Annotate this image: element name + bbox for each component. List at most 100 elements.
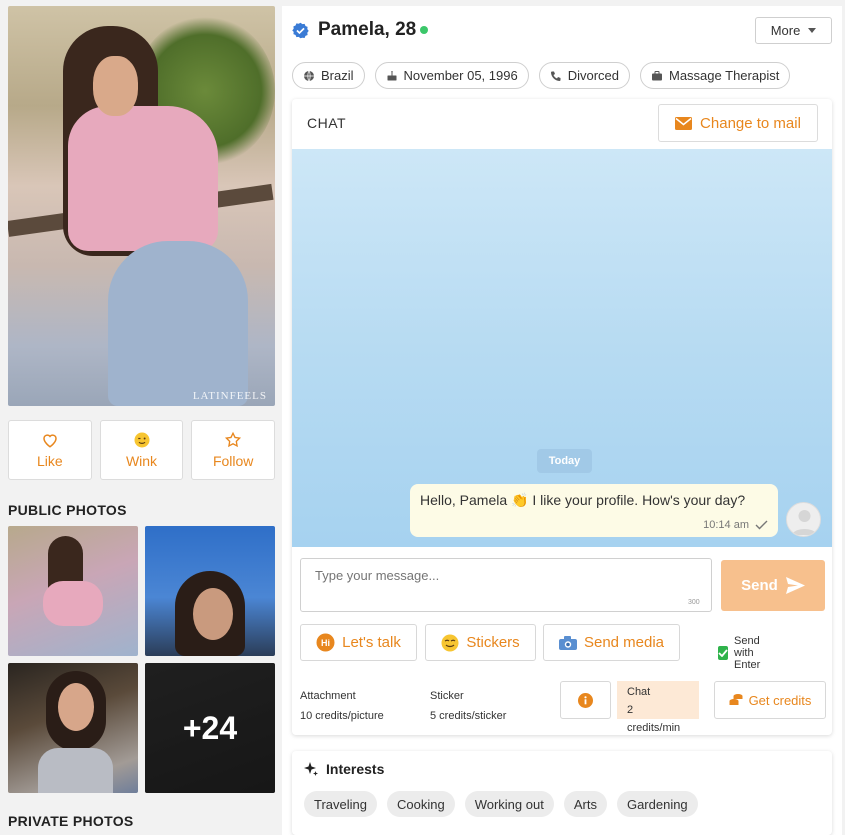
chip-country: Brazil [292,62,365,89]
wink-button[interactable]: Wink [99,420,184,480]
interest-tag: Traveling [304,791,377,817]
change-to-mail-label: Change to mail [700,114,801,132]
profile-info-chips: Brazil November 05, 1996 Divorced Massag… [282,56,842,89]
get-credits-button[interactable]: Get credits [714,681,826,719]
sticker-credits-price: 5 credits/sticker [430,710,507,722]
user-avatar-icon [792,510,817,535]
wink-face-icon [134,432,149,448]
sticker-credits: Sticker 5 credits/sticker [430,686,506,726]
public-photo-thumb-more[interactable]: +24 [145,663,275,793]
thumb-shirt [43,581,103,626]
public-photos-title: PUBLIC PHOTOS [8,502,127,518]
interests-title: Interests [326,761,385,777]
interest-tag: Cooking [386,791,455,817]
chip-occupation: Massage Therapist [640,62,791,89]
interest-tag: Arts [563,791,607,817]
credits-info-row: Attachment 10 credits/picture Sticker 5 … [300,681,832,734]
verified-badge-icon [292,22,309,39]
photo-jeans [108,241,248,406]
public-photo-thumb[interactable] [8,663,138,793]
like-button[interactable]: Like [8,420,92,480]
send-label: Send [741,577,778,594]
chip-birthday: November 05, 1996 [374,62,529,89]
coins-icon [729,694,743,705]
photo-face [93,56,138,116]
more-label: More [770,23,801,38]
chat-message-text: Hello, Pamela 👏 I like your profile. How… [420,492,746,508]
interests-header: Interests [304,761,384,777]
public-photo-thumb[interactable] [145,526,275,656]
like-label: Like [36,453,63,469]
interests-panel: Interests Traveling Cooking Working out … [292,751,832,835]
chat-messages-area[interactable]: Today Hello, Pamela 👏 I like your profil… [292,149,832,547]
photo-shirt [68,106,218,251]
follow-button[interactable]: Follow [191,420,276,480]
info-icon [578,692,593,708]
chip-status-label: Divorced [567,68,619,83]
get-credits-label: Get credits [748,692,812,708]
send-media-button[interactable]: Send media [543,624,680,661]
chat-message-bubble: Hello, Pamela 👏 I like your profile. How… [410,484,778,537]
sticker-credits-title: Sticker [430,690,464,702]
lets-talk-button[interactable]: Hi Let's talk [300,624,417,661]
date-divider: Today [537,449,592,473]
chat-credits-title: Chat [627,686,651,698]
photo-watermark: LATINFEELS [192,390,267,402]
interest-tag: Gardening [616,791,698,817]
camera-icon [558,635,577,650]
checkbox-checked-icon[interactable] [718,646,728,660]
briefcase-icon [652,70,662,80]
follow-label: Follow [212,453,254,469]
attachment-credits-price: 10 credits/picture [300,710,384,722]
stickers-button[interactable]: Stickers [425,624,536,661]
change-to-mail-button[interactable]: Change to mail [658,104,818,142]
interest-tag: Working out [464,791,554,817]
thumb-top [38,748,113,793]
send-media-label: Send media [583,634,665,651]
chip-country-label: Brazil [321,68,354,83]
chat-title: CHAT [307,115,347,131]
private-photos-title: PRIVATE PHOTOS [8,813,134,829]
chip-status: Divorced [538,62,630,89]
sparkle-star-icon [304,762,318,776]
attachment-credits-title: Attachment [300,690,356,702]
chat-header: CHAT Change to mail [292,99,832,149]
public-photos-grid: +24 [8,526,275,793]
thumb-face [193,588,233,640]
send-button[interactable]: Send [721,560,825,611]
sender-avatar [786,502,821,537]
credits-info-button[interactable] [560,681,611,719]
more-dropdown-button[interactable]: More [755,17,832,44]
profile-panel: Pamela, 28 More Brazil November 05, 1996… [282,6,842,835]
profile-actions: Like Wink Follow [8,420,276,480]
chip-occupation-label: Massage Therapist [669,68,780,83]
main-profile-photo[interactable]: LATINFEELS [8,6,275,406]
send-with-enter-label: Send with Enter [734,635,761,671]
stickers-label: Stickers [466,634,520,651]
message-input[interactable] [300,558,712,612]
caret-down-icon [808,28,817,33]
chat-message-time: 10:14 am [703,519,749,531]
attachment-credits: Attachment 10 credits/picture [300,686,384,726]
profile-name: Pamela, 28 [318,19,417,40]
more-photos-count: +24 [145,663,275,793]
chat-credits-price: 2 credits/min [627,704,681,734]
hi-bubble-icon: Hi [316,633,335,652]
profile-header: Pamela, 28 More [282,6,842,56]
left-column: LATINFEELS Like Wink Follow PUBLIC PHOTO… [8,6,276,835]
public-photo-thumb[interactable] [8,526,138,656]
svg-text:Hi: Hi [321,638,330,648]
envelope-icon [675,116,693,130]
heart-icon [43,434,57,448]
chat-panel: CHAT Change to mail Today Hello, Pamela … [292,99,832,735]
lets-talk-label: Let's talk [342,634,401,651]
send-with-enter-toggle[interactable]: Send with Enter [718,635,764,671]
relationship-icon [550,71,561,81]
char-counter: 300 [688,599,700,606]
birthday-cake-icon [387,70,397,80]
online-indicator [420,26,428,34]
interest-tags: Traveling Cooking Working out Arts Garde… [304,791,698,817]
checkmark-icon [755,520,768,530]
chat-message-meta: 10:14 am [703,519,768,531]
chat-credits: Chat 2 credits/min [617,681,699,734]
